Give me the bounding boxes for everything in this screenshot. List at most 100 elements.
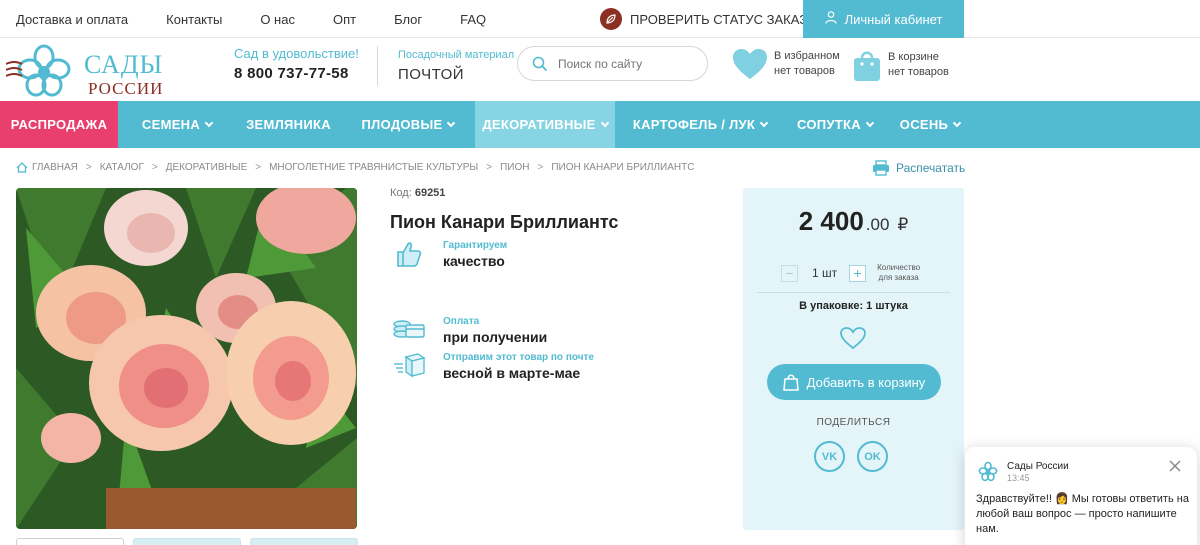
price-main: 2 400: [798, 206, 864, 236]
phone-caption: Сад в удовольствие!: [234, 46, 359, 61]
photo-thumbnails: [16, 538, 367, 545]
price: 2 400.00 ₽: [743, 206, 964, 237]
favorites-link[interactable]: В избранном нет товаров: [732, 48, 840, 80]
breadcrumb-peony[interactable]: ПИОН: [500, 162, 529, 173]
thumbs-up-icon: [397, 242, 422, 267]
nav-item-label: КАРТОФЕЛЬ / ЛУК: [632, 117, 756, 132]
search-icon[interactable]: [532, 56, 548, 72]
link-wholesale[interactable]: Опт: [333, 12, 356, 27]
breadcrumb-home[interactable]: ГЛАВНАЯ: [32, 162, 78, 173]
user-icon: [824, 11, 837, 27]
link-about[interactable]: О нас: [260, 12, 295, 27]
ok-share-button[interactable]: OK: [857, 441, 888, 472]
nav-item-strawberry[interactable]: ЗЕМЛЯНИКА: [236, 101, 341, 148]
thumbnail[interactable]: [250, 538, 358, 545]
product-title: Пион Канари Бриллиантс: [390, 212, 619, 232]
breadcrumb: ГЛАВНАЯ > КАТАЛОГ > ДЕКОРАТИВНЫЕ > МНОГО…: [16, 162, 694, 173]
product-code-label: Код:: [390, 187, 412, 199]
quantity-note-line2: для заказа: [878, 273, 919, 282]
thumbnail[interactable]: [16, 538, 124, 545]
logo-text-line2: РОССИИ: [88, 79, 164, 98]
feature-quality: Гарантируем качество: [392, 240, 507, 269]
product-photo[interactable]: [16, 188, 357, 529]
close-icon[interactable]: [1168, 459, 1182, 473]
nav-item-label: СОПУТКА: [797, 117, 861, 132]
breadcrumb-catalog[interactable]: КАТАЛОГ: [100, 162, 144, 173]
nav-item-potato-onion[interactable]: КАРТОФЕЛЬ / ЛУК: [615, 101, 785, 148]
thumbnail[interactable]: [133, 538, 241, 545]
phone-number[interactable]: 8 800 737-77-58: [234, 65, 359, 82]
breadcrumb-separator: >: [255, 162, 262, 173]
cart-label: В корзине нет товаров: [888, 50, 949, 80]
planting-material-block: Посадочный материал ПОЧТОЙ: [398, 49, 514, 83]
chevron-down-icon: [600, 118, 609, 127]
money-icon: [393, 320, 425, 338]
planting-material-value: ПОЧТОЙ: [398, 66, 465, 83]
chevron-down-icon: [204, 118, 214, 127]
quantity-stepper: − 1 шт + Количество для заказа: [781, 263, 920, 283]
search-input[interactable]: [558, 56, 698, 71]
nav-item-accessories[interactable]: СОПУТКА: [785, 101, 885, 148]
personal-account-button[interactable]: Личный кабинет: [803, 0, 964, 38]
breadcrumb-separator: >: [537, 162, 544, 173]
chevron-down-icon: [952, 118, 962, 127]
nav-item-label: ЗЕМЛЯНИКА: [246, 117, 331, 132]
breadcrumb-separator: >: [486, 162, 493, 173]
home-icon[interactable]: [16, 162, 28, 173]
nav-item-label: РАСПРОДАЖА: [10, 117, 108, 132]
parcel-icon: [394, 353, 426, 378]
panel-divider: [757, 292, 950, 293]
nav-item-sale[interactable]: РАСПРОДАЖА: [0, 101, 118, 148]
cart-link[interactable]: В корзине нет товаров: [852, 48, 949, 82]
vk-icon: VK: [821, 450, 838, 463]
print-button[interactable]: Распечатать: [872, 160, 965, 176]
nav-item-fruit[interactable]: ПЛОДОВЫЕ: [341, 101, 475, 148]
shopping-bag-icon: [854, 51, 880, 81]
phone-block: Сад в удовольствие! 8 800 737-77-58: [234, 46, 359, 82]
nav-item-decorative[interactable]: ДЕКОРАТИВНЫЕ: [475, 101, 615, 148]
quantity-decrease-button[interactable]: −: [781, 264, 798, 282]
feature-caption: Гарантируем: [443, 240, 508, 251]
share-label: ПОДЕЛИТЬСЯ: [816, 417, 891, 428]
top-bar: Доставка и оплата Контакты О нас Опт Бло…: [0, 0, 1200, 38]
link-faq[interactable]: FAQ: [460, 12, 486, 27]
search-box: [517, 46, 708, 81]
quantity-value[interactable]: 1 шт: [812, 266, 837, 280]
nav-item-label: СЕМЕНА: [141, 117, 201, 132]
add-to-favorites-heart-icon[interactable]: [839, 326, 867, 350]
add-to-cart-button[interactable]: Добавить в корзину: [767, 364, 941, 400]
feature-value: при получении: [443, 329, 548, 345]
nav-item-label: ОСЕНЬ: [899, 117, 949, 132]
chevron-down-icon: [447, 118, 456, 127]
link-blog[interactable]: Блог: [394, 12, 422, 27]
breadcrumb-current: ПИОН КАНАРИ БРИЛЛИАНТС: [551, 162, 695, 173]
vk-share-button[interactable]: VK: [814, 441, 845, 472]
logo-text-line1: САДЫ: [84, 50, 164, 79]
feature-shipping: Отправим этот товар по почте весной в ма…: [392, 352, 594, 381]
quantity-increase-button[interactable]: +: [849, 264, 867, 282]
breadcrumb-separator: >: [151, 162, 158, 173]
logo-flower-icon: [5, 44, 71, 97]
chat-message: Здравствуйте!! 👩 Мы готовы ответить на л…: [976, 493, 1189, 535]
bag-icon: [782, 374, 799, 391]
printer-icon: [873, 160, 889, 176]
peony-photo-image: [16, 188, 357, 529]
add-to-cart-label: Добавить в корзину: [806, 374, 926, 390]
check-order-status-button[interactable]: ПРОВЕРИТЬ СТАТУС ЗАКАЗА: [600, 0, 816, 38]
chat-widget[interactable]: Сады России 13:45 Здравствуйте!! 👩 Мы го…: [965, 447, 1197, 545]
feature-value: качество: [443, 253, 505, 269]
breadcrumb-decorative[interactable]: ДЕКОРАТИВНЫЕ: [166, 162, 248, 173]
link-delivery[interactable]: Доставка и оплата: [16, 12, 128, 27]
link-contacts[interactable]: Контакты: [166, 12, 222, 27]
top-links: Доставка и оплата Контакты О нас Опт Бло…: [16, 0, 524, 38]
header: САДЫ РОССИИ Сад в удовольствие! 8 800 73…: [0, 38, 1200, 102]
breadcrumb-perennials[interactable]: МНОГОЛЕТНИЕ ТРАВЯНИСТЫЕ КУЛЬТУРЫ: [269, 162, 478, 173]
logo[interactable]: САДЫ РОССИИ: [5, 42, 176, 100]
nav-item-seeds[interactable]: СЕМЕНА: [118, 101, 236, 148]
nav-item-autumn[interactable]: ОСЕНЬ: [885, 101, 975, 148]
chat-time: 13:45: [1007, 473, 1030, 483]
cart-line2: нет товаров: [888, 66, 949, 78]
feature-text: Гарантируем качество: [443, 240, 507, 269]
planting-material-caption: Посадочный материал: [398, 49, 515, 61]
price-cents: .00: [865, 215, 890, 234]
